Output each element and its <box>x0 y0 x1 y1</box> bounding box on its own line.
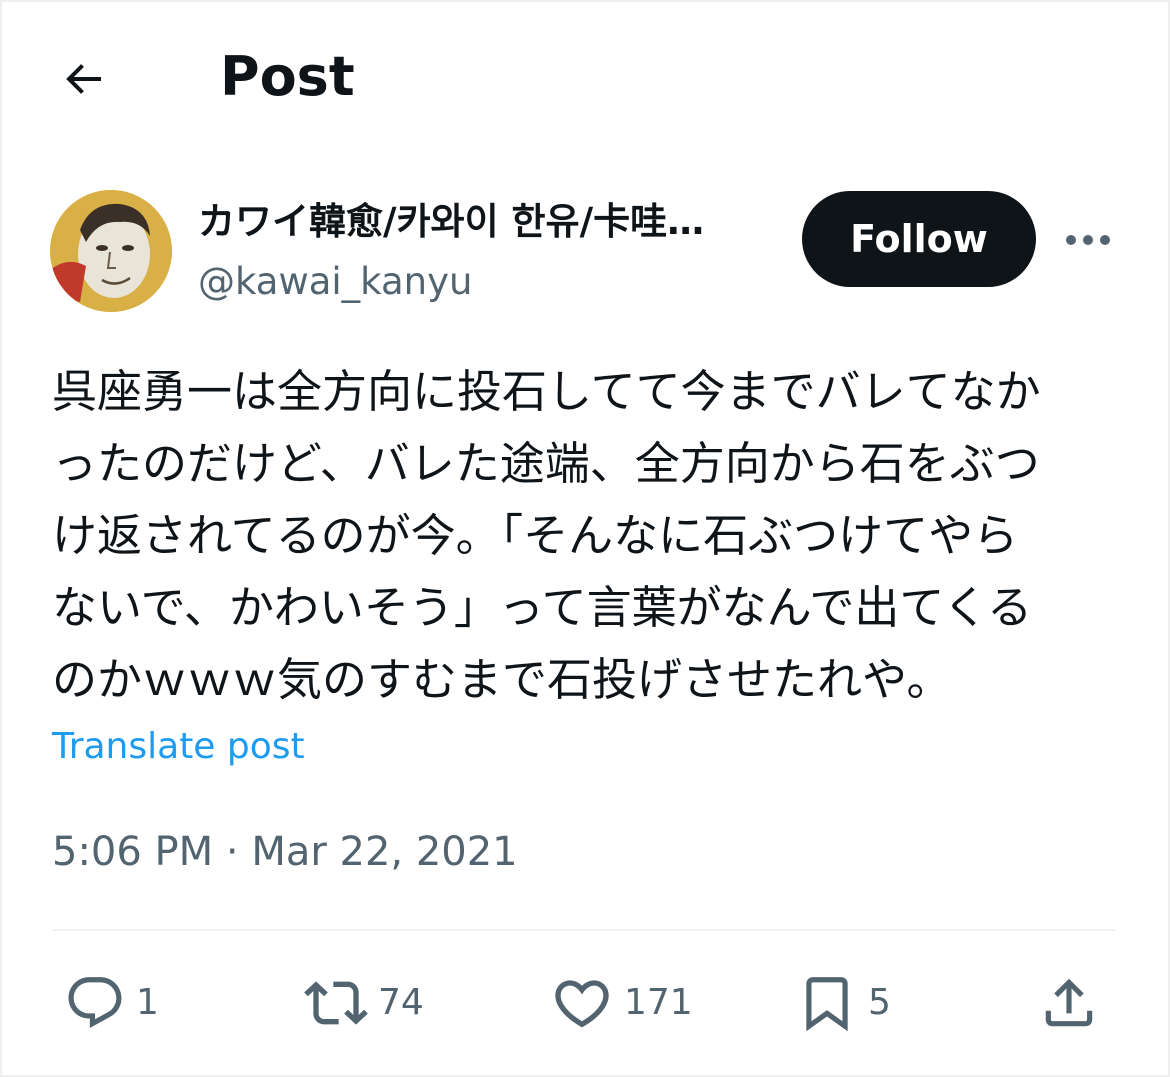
share-icon <box>1045 978 1093 1027</box>
more-options-button[interactable] <box>1062 222 1114 258</box>
author-handle[interactable]: @kawai_kanyu <box>198 256 472 308</box>
divider <box>52 929 1116 931</box>
back-button[interactable] <box>56 52 110 106</box>
arrow-left-icon <box>66 64 101 94</box>
like-button[interactable]: 171 <box>550 968 693 1038</box>
repost-button[interactable]: 74 <box>304 968 424 1038</box>
repost-icon <box>304 981 368 1025</box>
post-text: 呉座勇一は全方向に投石してて今までバレてなか ったのだけど、バレた途端、全方向か… <box>52 365 1041 706</box>
like-count: 171 <box>624 982 693 1023</box>
avatar[interactable] <box>50 190 172 312</box>
heart-icon <box>555 980 609 1028</box>
bookmark-count: 5 <box>868 982 891 1023</box>
more-horizontal-icon <box>1066 235 1110 245</box>
reply-icon <box>68 977 122 1029</box>
share-button[interactable] <box>1038 968 1100 1038</box>
author-display-name[interactable]: カワイ韓愈/카와이 한유/卡哇… <box>198 196 788 248</box>
reply-count: 1 <box>136 982 159 1023</box>
avatar-image <box>50 190 172 312</box>
translate-post-link[interactable]: Translate post <box>52 722 305 772</box>
top-bar: Post <box>0 0 1170 150</box>
follow-button[interactable]: Follow <box>802 191 1036 287</box>
reply-button[interactable]: 1 <box>64 968 159 1038</box>
repost-count: 74 <box>378 982 424 1023</box>
page-title: Post <box>220 45 355 108</box>
bookmark-button[interactable]: 5 <box>796 968 891 1038</box>
post-timestamp[interactable]: 5:06 PM · Mar 22, 2021 <box>52 824 518 880</box>
bookmark-icon <box>806 977 848 1032</box>
